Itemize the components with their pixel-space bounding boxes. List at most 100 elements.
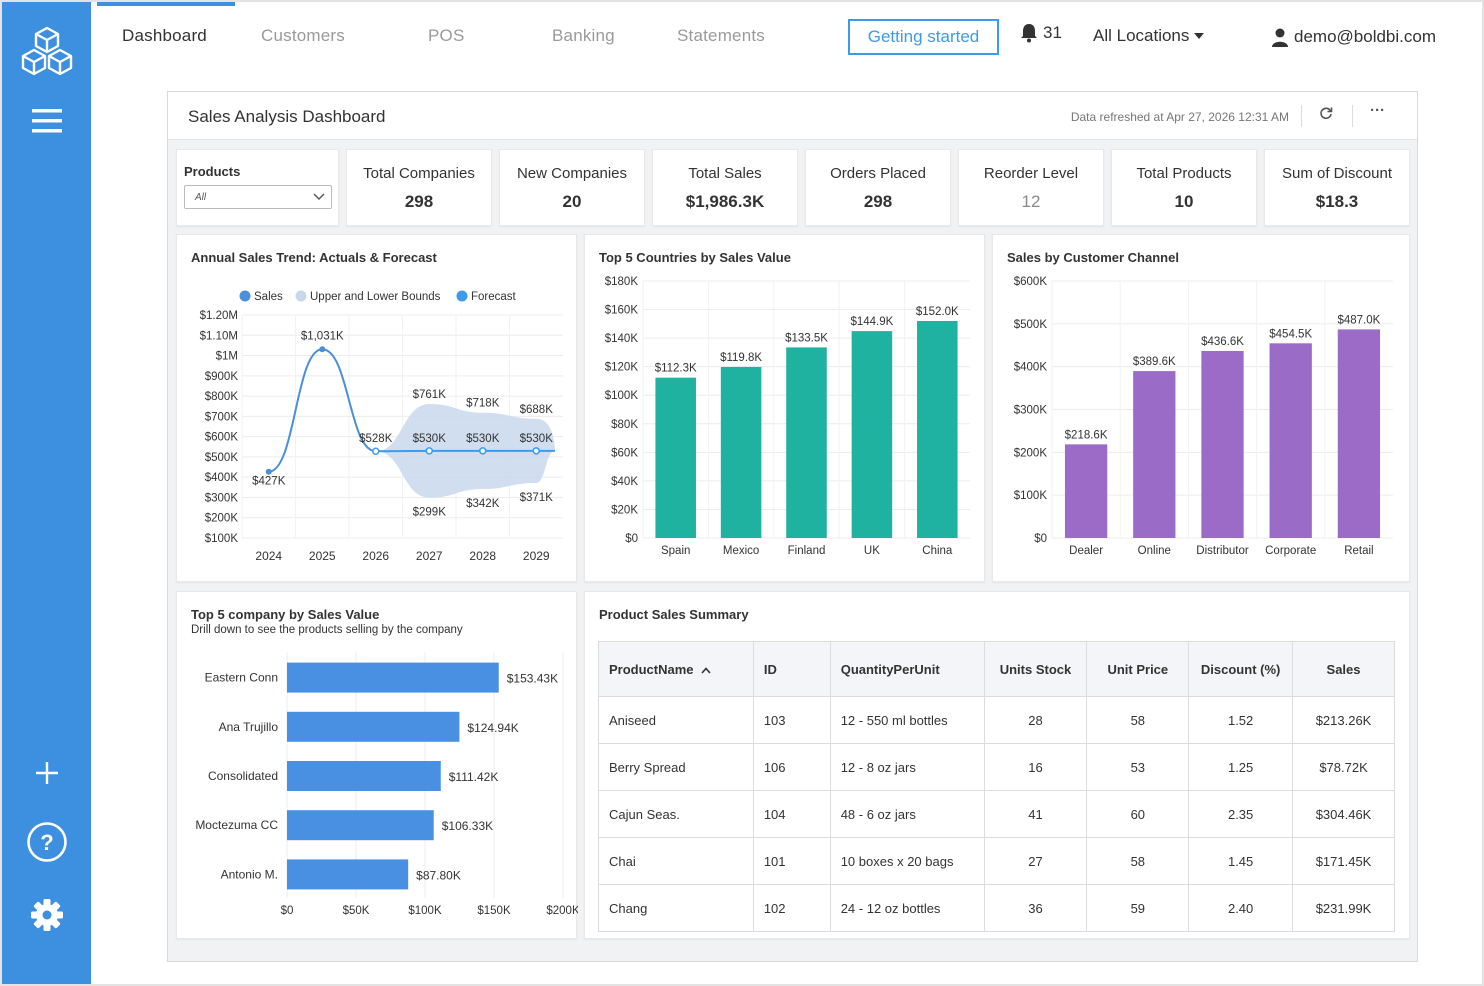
y-tick-label: Eastern Conn	[205, 671, 278, 685]
table-cell: 48 - 6 oz jars	[829, 790, 985, 838]
column-header[interactable]: ID	[752, 641, 831, 697]
header-divider	[1352, 105, 1353, 127]
widget-title: Product Sales Summary	[599, 607, 749, 622]
table-cell: 101	[752, 837, 831, 885]
table-row[interactable]: Chai 101 10 boxes x 20 bags 27 58 1.45 $171.45…	[598, 837, 1395, 885]
bar	[720, 366, 762, 538]
column-header[interactable]: Sales	[1292, 641, 1395, 697]
kpi-card[interactable]: New Companies 20	[499, 149, 645, 226]
y-tick-label: $140K	[605, 333, 639, 345]
products-select[interactable]: All	[184, 185, 332, 209]
bar	[1269, 343, 1312, 538]
legend-marker	[456, 290, 468, 302]
table-row[interactable]: Aniseed 103 12 - 550 ml bottles 28 58 1.52 $21…	[598, 696, 1395, 744]
bar	[287, 662, 499, 693]
column-header-label: ProductName	[609, 661, 694, 677]
column-header[interactable]: Units Stock	[983, 641, 1088, 697]
y-tick-label: $500K	[205, 452, 239, 464]
data-label: $218.6K	[1065, 429, 1108, 441]
user-email: demo@boldbi.com	[1294, 27, 1436, 46]
kpi-card[interactable]: Sum of Discount $18.3	[1264, 149, 1410, 226]
data-label: $133.5K	[785, 332, 828, 344]
y-tick-label: $80K	[611, 419, 638, 431]
lower-bound-label: $371K	[520, 492, 554, 504]
table-row[interactable]: Chang 102 24 - 12 oz bottles 36 59 2.40 $231.9…	[598, 884, 1395, 932]
column-header[interactable]: QuantityPerUnit	[829, 641, 985, 697]
y-tick-label: $800K	[205, 391, 239, 403]
tab-banking[interactable]: Banking	[552, 26, 615, 46]
table-row[interactable]: Berry Spread 106 12 - 8 oz jars 16 53 1.25 $78…	[598, 743, 1395, 791]
kpi-label: Total Products	[1136, 165, 1232, 182]
getting-started-button[interactable]: Getting started	[848, 19, 999, 55]
table-cell: 104	[752, 790, 831, 838]
x-tick-label: $50K	[343, 905, 370, 917]
help-icon[interactable]: ?	[2, 820, 91, 864]
x-tick-label: Retail	[1344, 545, 1373, 557]
kpi-card[interactable]: Total Products 10	[1111, 149, 1257, 226]
upper-bound-label: $761K	[413, 389, 447, 401]
bar	[786, 347, 827, 538]
table-cell: Cajun Seas.	[598, 790, 754, 838]
x-tick-label: 2025	[309, 549, 336, 563]
data-label: $530K	[413, 433, 447, 445]
x-tick-label: 2027	[416, 549, 443, 563]
plus-icon[interactable]	[2, 758, 91, 788]
tab-dashboard[interactable]: Dashboard	[122, 26, 207, 46]
x-tick-label: 2024	[255, 549, 282, 563]
tab-customers[interactable]: Customers	[261, 26, 345, 46]
kpi-value: 10	[1174, 192, 1194, 211]
countries-widget: Top 5 Countries by Sales Value $0 $20K $40…	[584, 234, 985, 582]
y-tick-label: $0	[1034, 533, 1047, 545]
x-tick-label: UK	[864, 545, 880, 557]
column-header[interactable]: Unit Price	[1086, 641, 1190, 697]
bar	[287, 711, 460, 742]
more-options-icon[interactable]: ···	[1370, 102, 1385, 119]
table-cell: 1.45	[1188, 837, 1294, 885]
kpi-card[interactable]: Orders Placed 298	[805, 149, 951, 226]
refresh-icon[interactable]	[1319, 106, 1333, 124]
y-tick-label: $900K	[205, 371, 239, 383]
location-dropdown[interactable]: All Locations	[1093, 26, 1205, 46]
table-row[interactable]: Cajun Seas. 104 48 - 6 oz jars 41 60 2.35 $304…	[598, 790, 1395, 838]
products-select-value: All	[195, 192, 207, 203]
y-tick-label: $60K	[611, 447, 638, 459]
x-tick-label: $0	[281, 905, 294, 917]
kpi-card[interactable]: Reorder Level 12	[958, 149, 1104, 226]
lower-bound-label: $342K	[466, 498, 500, 510]
user-menu[interactable]: demo@boldbi.com	[1272, 27, 1436, 47]
dashboard-title: Sales Analysis Dashboard	[188, 107, 386, 126]
table-cell: Chai	[598, 837, 754, 885]
table-cell: 41	[983, 790, 1088, 838]
data-label: $106.33K	[442, 819, 493, 833]
tab-pos[interactable]: POS	[428, 26, 465, 46]
bar	[917, 320, 958, 538]
kpi-value: $18.3	[1315, 192, 1359, 211]
company-widget: Top 5 company by Sales Value Drill down …	[176, 591, 578, 939]
bar	[1337, 329, 1381, 538]
y-tick-label: $1.10M	[200, 330, 238, 342]
x-tick-label: $100K	[408, 905, 442, 917]
dashboard-header: Sales Analysis Dashboard Data refreshed …	[168, 92, 1417, 140]
tab-statements[interactable]: Statements	[677, 26, 765, 46]
data-label: $389.6K	[1133, 356, 1176, 368]
x-tick-label: 2026	[362, 549, 389, 563]
settings-icon[interactable]	[2, 896, 91, 934]
table-cell: 1.25	[1188, 743, 1294, 791]
table-cell: $304.46K	[1292, 790, 1395, 838]
y-tick-label: $100K	[1014, 490, 1048, 502]
table-cell: 12 - 8 oz jars	[829, 743, 985, 791]
y-tick-label: Moctezuma CC	[195, 818, 278, 832]
data-point	[319, 346, 326, 353]
kpi-card[interactable]: Total Sales $1,986.3K	[652, 149, 798, 226]
menu-icon[interactable]	[2, 104, 91, 138]
column-header[interactable]: Discount (%)	[1188, 641, 1294, 697]
products-filter-card: Products All	[176, 149, 339, 226]
y-tick-label: $40K	[611, 476, 638, 488]
column-header[interactable]: ProductName	[598, 641, 754, 697]
kpi-card[interactable]: Total Companies 298	[346, 149, 492, 226]
legend-label: Forecast	[471, 291, 517, 303]
table-cell: Aniseed	[598, 696, 754, 744]
notifications-button[interactable]: 31	[1020, 23, 1062, 43]
logo-cube-icon[interactable]	[2, 24, 91, 82]
kpi-value: 298	[404, 192, 434, 211]
